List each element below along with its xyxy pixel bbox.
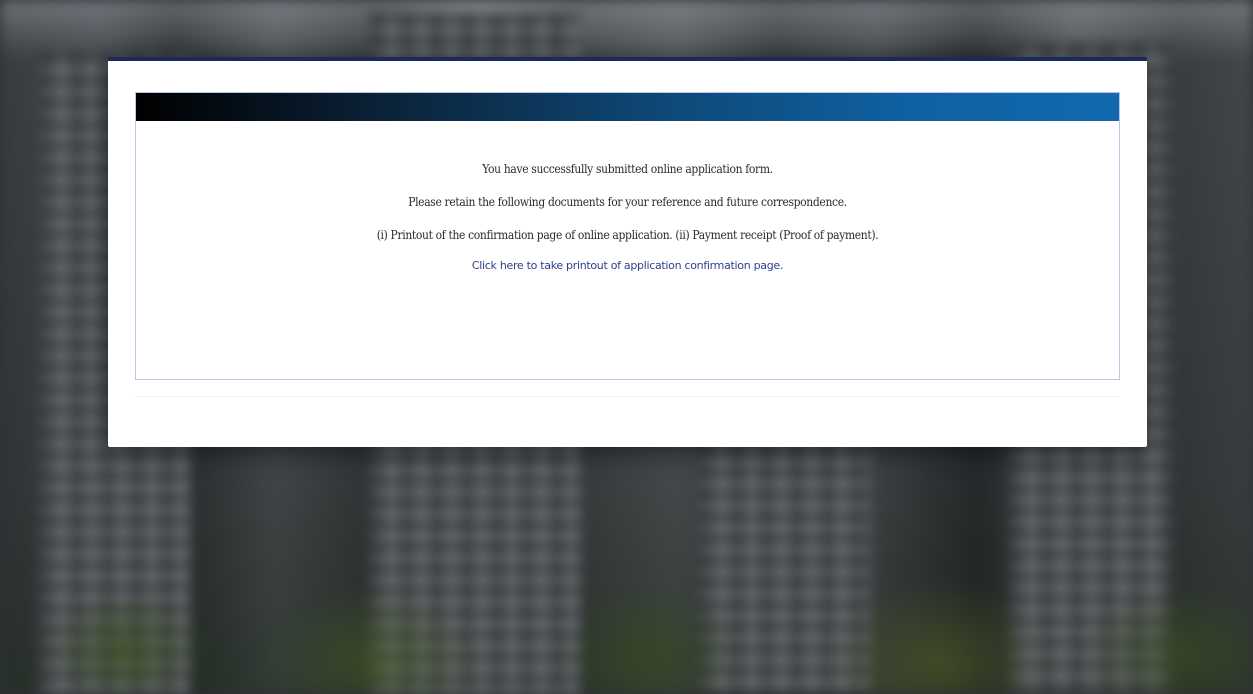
modal-footer-divider [135, 396, 1120, 397]
documents-list-message: (i) Printout of the confirmation page of… [376, 227, 879, 242]
panel-body: You have successfully submitted online a… [136, 121, 1119, 274]
background-trees [0, 474, 1253, 694]
page: You have successfully submitted online a… [0, 0, 1253, 694]
confirmation-panel: You have successfully submitted online a… [135, 92, 1120, 380]
panel-header-bar [136, 93, 1119, 121]
retain-documents-message: Please retain the following documents fo… [408, 194, 847, 209]
print-confirmation-link[interactable]: Click here to take printout of applicati… [472, 259, 783, 272]
confirmation-modal: You have successfully submitted online a… [108, 57, 1147, 447]
success-message: You have successfully submitted online a… [482, 161, 773, 176]
